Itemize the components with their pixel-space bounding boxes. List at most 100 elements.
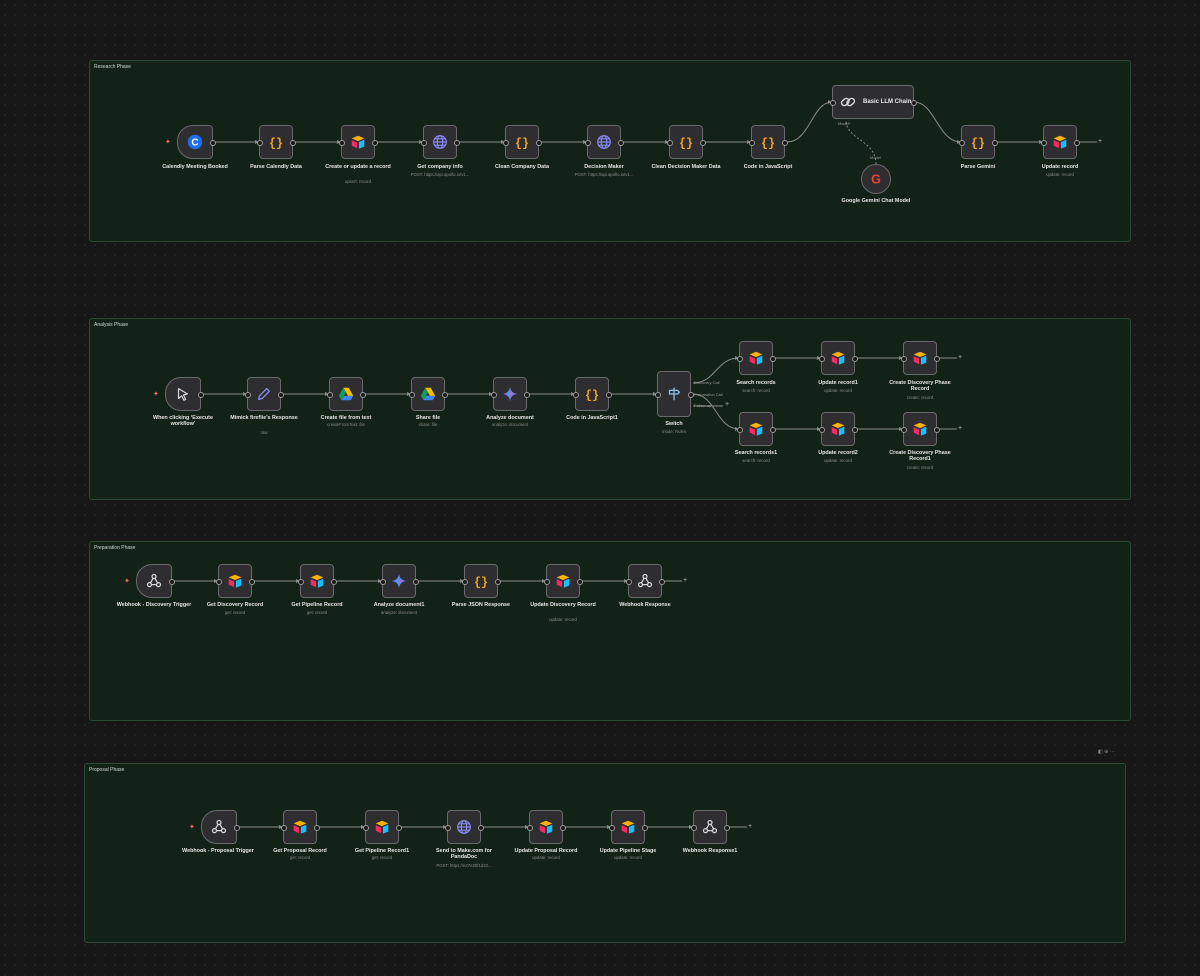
node-parse-calendly[interactable]: {} <box>256 125 296 159</box>
node-send-to-make[interactable] <box>444 810 484 844</box>
input-port[interactable] <box>280 824 287 831</box>
output-port[interactable] <box>477 824 484 831</box>
node-webhook-response1[interactable] <box>690 810 730 844</box>
node-parse-json-response[interactable]: {} <box>461 564 501 598</box>
output-port[interactable] <box>781 139 788 146</box>
output-port[interactable] <box>412 578 419 585</box>
node-code-in-javascript1[interactable]: {} <box>572 377 612 411</box>
input-port[interactable] <box>666 139 673 146</box>
input-port[interactable] <box>502 139 509 146</box>
node-create-discovery-phase-record1[interactable] <box>900 412 940 446</box>
output-port[interactable] <box>209 139 216 146</box>
add-node-icon[interactable]: + <box>683 577 687 584</box>
node-webhook-proposal-trigger[interactable] <box>201 810 240 844</box>
input-port[interactable] <box>748 139 755 146</box>
output-port[interactable] <box>313 824 320 831</box>
output-port[interactable] <box>523 391 530 398</box>
output-port[interactable] <box>330 578 337 585</box>
node-search-records1[interactable] <box>736 412 776 446</box>
node-update-pipeline-stage[interactable] <box>608 810 648 844</box>
node-update-discovery-record[interactable] <box>543 564 583 598</box>
node-get-pipeline-record1[interactable] <box>362 810 402 844</box>
node-get-company-info[interactable] <box>420 125 460 159</box>
output-port[interactable] <box>723 824 730 831</box>
add-node-icon[interactable]: + <box>725 401 729 408</box>
input-port[interactable] <box>584 139 591 146</box>
output-port[interactable] <box>851 426 858 433</box>
add-node-icon[interactable]: + <box>958 425 962 432</box>
input-port[interactable] <box>818 355 825 362</box>
input-port[interactable] <box>408 391 415 398</box>
output-port[interactable] <box>395 824 402 831</box>
add-node-icon[interactable]: + <box>1098 138 1102 145</box>
output-port[interactable] <box>576 578 583 585</box>
node-parse-gemini[interactable]: {} <box>958 125 998 159</box>
output-port[interactable] <box>168 578 175 585</box>
output-port[interactable] <box>289 139 296 146</box>
output-port[interactable] <box>197 391 204 398</box>
input-port[interactable] <box>490 391 497 398</box>
input-port[interactable] <box>958 139 965 146</box>
node-create-discovery-phase-record[interactable] <box>900 341 940 375</box>
input-port[interactable] <box>362 824 369 831</box>
input-port[interactable] <box>608 824 615 831</box>
node-basic-llm-chain[interactable]: Basic LLM Chain <box>829 85 917 119</box>
node-clean-company-data[interactable]: {} <box>502 125 542 159</box>
output-port[interactable] <box>851 355 858 362</box>
canvas-controls[interactable]: ◧ ⊕ ⋯ <box>1098 749 1115 755</box>
node-create-file-from-text[interactable] <box>326 377 366 411</box>
node-clean-decision-maker[interactable]: {} <box>666 125 706 159</box>
input-port[interactable] <box>244 391 251 398</box>
output-port[interactable] <box>559 824 566 831</box>
node-decision-maker[interactable] <box>584 125 624 159</box>
output-port[interactable] <box>991 139 998 146</box>
node-webhook-response[interactable] <box>625 564 665 598</box>
node-analyze-document[interactable] <box>490 377 530 411</box>
node-google-gemini-chat-model[interactable]: G <box>861 164 891 194</box>
add-node-icon[interactable]: + <box>748 823 752 830</box>
output-port[interactable] <box>699 139 706 146</box>
node-create-update-record[interactable] <box>338 125 378 159</box>
node-share-file[interactable] <box>408 377 448 411</box>
input-port[interactable] <box>900 426 907 433</box>
node-update-record1[interactable] <box>818 341 858 375</box>
node-execute-workflow-trigger[interactable] <box>165 377 204 411</box>
input-port[interactable] <box>543 578 550 585</box>
output-port[interactable] <box>248 578 255 585</box>
input-port[interactable] <box>818 426 825 433</box>
input-port[interactable] <box>379 578 386 585</box>
input-port[interactable] <box>444 824 451 831</box>
input-port[interactable] <box>297 578 304 585</box>
node-update-record[interactable] <box>1040 125 1080 159</box>
output-port[interactable] <box>453 139 460 146</box>
node-mimick-response[interactable] <box>244 377 284 411</box>
output-port[interactable] <box>933 355 940 362</box>
node-get-discovery-record[interactable] <box>215 564 255 598</box>
output-port[interactable] <box>359 391 366 398</box>
output-port[interactable] <box>277 391 284 398</box>
input-port[interactable] <box>338 139 345 146</box>
output-port[interactable] <box>535 139 542 146</box>
input-port[interactable] <box>654 391 661 398</box>
input-port[interactable] <box>572 391 579 398</box>
node-code-in-javascript[interactable]: {} <box>748 125 788 159</box>
output-port[interactable] <box>371 139 378 146</box>
input-port[interactable] <box>736 426 743 433</box>
output-port[interactable] <box>233 824 240 831</box>
node-get-pipeline-record[interactable] <box>297 564 337 598</box>
input-port[interactable] <box>215 578 222 585</box>
input-port[interactable] <box>829 99 836 106</box>
output-port[interactable] <box>933 426 940 433</box>
input-port[interactable] <box>526 824 533 831</box>
output-port[interactable] <box>641 824 648 831</box>
output-port[interactable] <box>769 355 776 362</box>
input-port[interactable] <box>625 578 632 585</box>
output-port[interactable] <box>910 99 917 106</box>
node-update-record2[interactable] <box>818 412 858 446</box>
node-switch[interactable] <box>654 371 694 417</box>
input-port[interactable] <box>461 578 468 585</box>
output-port[interactable] <box>605 391 612 398</box>
input-port[interactable] <box>1040 139 1047 146</box>
input-port[interactable] <box>326 391 333 398</box>
node-update-proposal-record[interactable] <box>526 810 566 844</box>
